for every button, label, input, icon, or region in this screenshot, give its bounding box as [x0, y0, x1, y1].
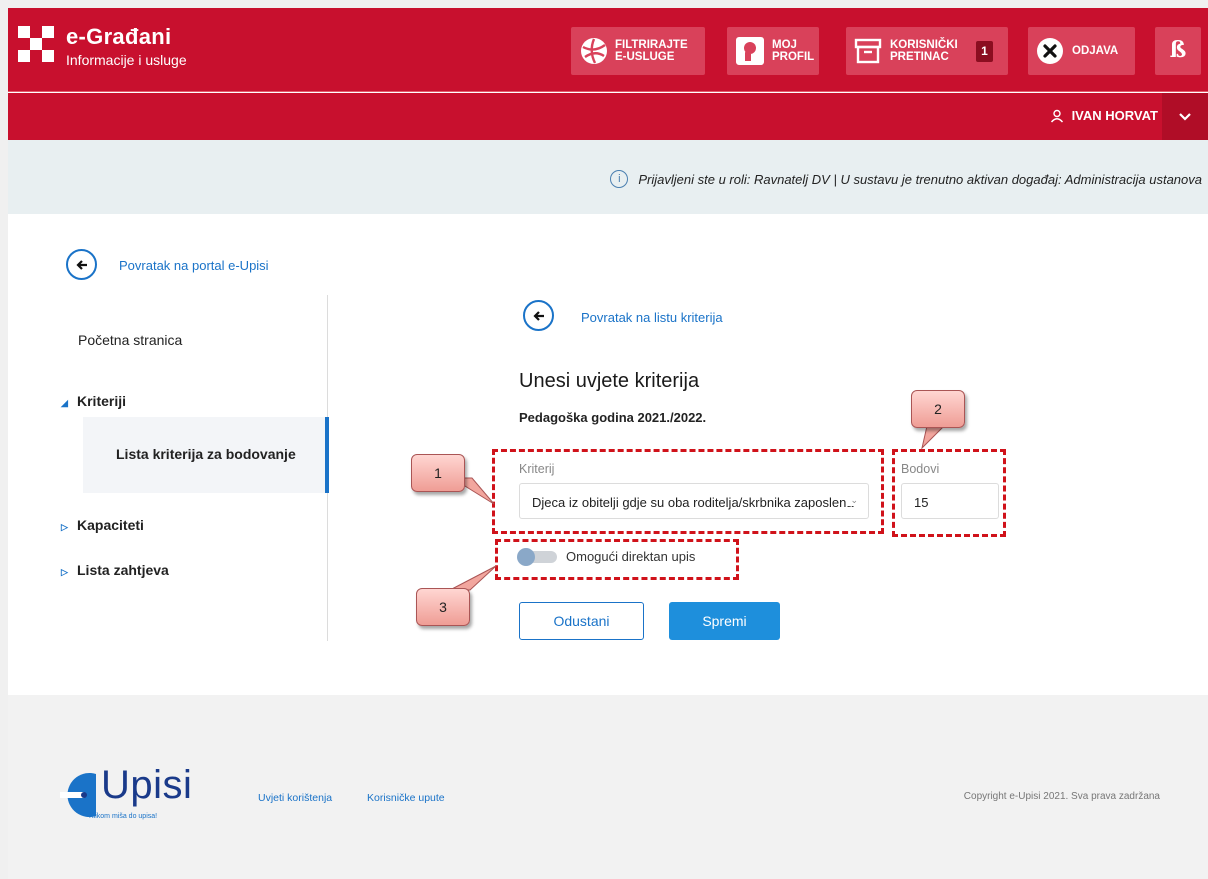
brand-title[interactable]: e-Građani: [66, 24, 171, 50]
save-button[interactable]: Spremi: [669, 602, 780, 640]
info-bar: i Prijavljeni ste u roli: Ravnatelj DV |…: [8, 140, 1208, 214]
nav-home[interactable]: Početna stranica: [78, 332, 182, 348]
nav-section-kapaciteti-label: Kapaciteti: [77, 517, 144, 533]
annotation-box-points: [892, 449, 1006, 537]
caret-down-icon: ◢: [61, 398, 68, 408]
accessibility-button[interactable]: ß: [1155, 27, 1201, 75]
nav-section-zahtjevi-label: Lista zahtjeva: [77, 562, 169, 578]
user-dropdown-button[interactable]: [1162, 93, 1208, 140]
back-list-button[interactable]: [523, 300, 554, 331]
nav-section-kapaciteti[interactable]: ▷ Kapaciteti: [61, 517, 144, 533]
cancel-button[interactable]: Odustani: [519, 602, 644, 640]
back-portal-button[interactable]: [66, 249, 97, 280]
logout-label: ODJAVA: [1072, 44, 1119, 57]
upisi-logo-text: Upisi: [101, 763, 193, 807]
accessibility-font-icon: ß: [1169, 37, 1187, 64]
page-title: Unesi uvjete kriterija: [519, 370, 700, 392]
page: e-Građani Informacije i usluge FILTRIRAJ…: [0, 0, 1208, 879]
school-year: Pedagoška godina 2021./2022.: [519, 410, 707, 425]
profile-icon: [736, 37, 764, 65]
back-list-link[interactable]: Povratak na listu kriterija: [581, 310, 723, 325]
user-inbox-button[interactable]: KORISNIČKI PRETINAC 1: [846, 27, 1008, 75]
user-inbox-label: KORISNIČKI PRETINAC: [890, 38, 958, 63]
nav-section-zahtjevi[interactable]: ▷ Lista zahtjeva: [61, 562, 169, 578]
arrow-left-icon: [75, 259, 87, 270]
annotation-callout-2: 2: [911, 390, 965, 428]
annotation-callout-1: 1: [411, 454, 465, 492]
user-name: IVAN HORVAT: [1071, 108, 1158, 123]
my-profile-label: MOJ PROFIL: [772, 38, 815, 63]
chevron-down-icon: [1179, 112, 1191, 121]
caret-right-icon: ▷: [61, 522, 68, 532]
e-gradjani-logo-icon[interactable]: [18, 26, 54, 62]
brand-subtitle: Informacije i usluge: [66, 52, 187, 68]
top-header: e-Građani Informacije i usluge FILTRIRAJ…: [8, 8, 1208, 92]
annotation-callout-3: 3: [416, 588, 470, 626]
logout-button[interactable]: ODJAVA: [1028, 27, 1135, 75]
terms-link[interactable]: Uvjeti korištenja: [258, 792, 332, 804]
upisi-tagline: Klikom miša do upisa!: [89, 813, 158, 820]
annotation-box-criterion: [492, 449, 884, 534]
copyright-text: Copyright e-Upisi 2021. Sva prava zadrža…: [963, 791, 1160, 802]
back-portal-link[interactable]: Povratak na portal e-Upisi: [119, 258, 269, 273]
inbox-count-badge: 1: [976, 40, 993, 62]
user-icon: [1050, 109, 1063, 122]
info-icon: i: [610, 170, 629, 188]
caret-right-icon: ▷: [61, 567, 68, 577]
nav-item-lista-kriterija[interactable]: Lista kriterija za bodovanje: [83, 417, 329, 493]
user-menu[interactable]: IVAN HORVAT: [1050, 108, 1158, 123]
role-info-text: Prijavljeni ste u roli: Ravnatelj DV | U…: [638, 171, 1202, 187]
inbox-icon: [854, 38, 882, 64]
arrow-left-icon: [532, 310, 544, 321]
filter-services-label: FILTRIRAJTE E-USLUGE: [615, 38, 688, 63]
annotation-box-toggle: [495, 539, 739, 580]
browser-frame: e-Građani Informacije i usluge FILTRIRAJ…: [8, 8, 1208, 879]
close-circle-icon: [1037, 38, 1063, 64]
footer: Upisi Klikom miša do upisa! Uvjeti koriš…: [8, 695, 1208, 879]
user-manual-link[interactable]: Korisničke upute: [367, 792, 445, 804]
role-info: i Prijavljeni ste u roli: Ravnatelj DV |…: [610, 170, 1202, 188]
filter-services-button[interactable]: FILTRIRAJTE E-USLUGE: [571, 27, 705, 75]
user-bar: IVAN HORVAT: [8, 93, 1208, 140]
nav-item-lista-kriterija-label: Lista kriterija za bodovanje: [116, 446, 296, 462]
my-profile-button[interactable]: MOJ PROFIL: [727, 27, 819, 75]
side-nav: Početna stranica ◢ Kriteriji Lista kriter…: [58, 295, 329, 641]
globe-filter-icon: [581, 38, 607, 64]
nav-section-kriteriji-label: Kriteriji: [77, 393, 127, 409]
nav-section-kriteriji[interactable]: ◢ Kriteriji: [61, 393, 126, 409]
